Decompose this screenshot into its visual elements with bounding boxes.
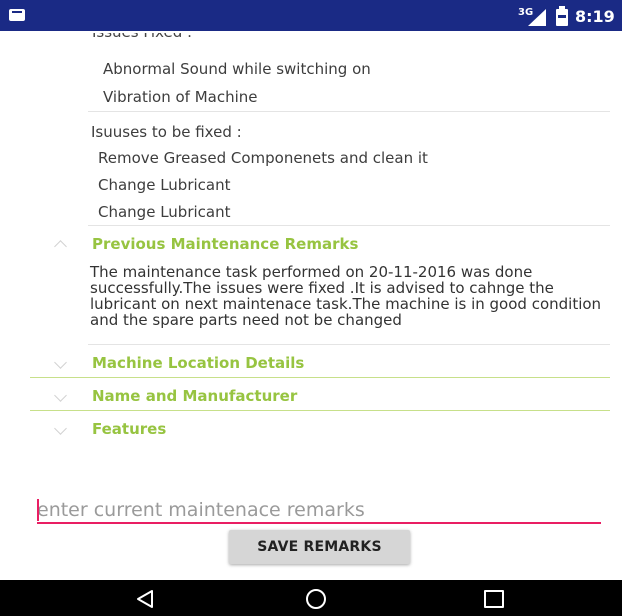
divider: [30, 410, 610, 411]
remarks-input[interactable]: [37, 498, 601, 522]
save-remarks-button[interactable]: SAVE REMARKS: [229, 530, 410, 564]
divider: [88, 225, 610, 226]
status-time: 8:19: [575, 7, 615, 26]
chevron-down-icon: [54, 389, 67, 402]
issues-fixed-item: Abnormal Sound while switching on: [103, 60, 371, 78]
divider: [88, 344, 610, 345]
section-title: Previous Maintenance Remarks: [92, 235, 359, 253]
divider: [30, 377, 610, 378]
section-title: Features: [92, 420, 167, 438]
home-icon[interactable]: [306, 589, 326, 609]
issues-to-fix-item: Change Lubricant: [98, 203, 231, 221]
issues-to-fix-header: Isuuses to be fixed :: [91, 123, 242, 141]
text-cursor: [37, 499, 39, 521]
previous-remarks-text: The maintenance task performed on 20-11-…: [90, 263, 602, 329]
issues-fixed-item: Vibration of Machine: [103, 88, 258, 106]
issues-to-fix-item: Change Lubricant: [98, 176, 231, 194]
chevron-down-icon: [54, 356, 67, 369]
input-underline: [37, 522, 601, 524]
section-title: Machine Location Details: [92, 354, 305, 372]
divider: [88, 111, 610, 112]
maintenance-details[interactable]: Issues Fixed : Abnormal Sound while swit…: [0, 31, 622, 580]
issues-fixed-header: Issues Fixed :: [92, 33, 192, 47]
recents-icon[interactable]: [484, 590, 504, 608]
remarks-field[interactable]: [37, 498, 601, 524]
chevron-up-icon: [54, 240, 67, 253]
section-title: Name and Manufacturer: [92, 387, 298, 405]
notification-icon: [9, 9, 25, 21]
back-icon[interactable]: [135, 589, 155, 609]
navigation-bar: [0, 580, 622, 616]
chevron-down-icon: [54, 422, 67, 435]
battery-icon: [556, 6, 568, 26]
issues-to-fix-item: Remove Greased Componenets and clean it: [98, 149, 428, 167]
signal-icon: [528, 9, 546, 26]
status-bar: 3G 8:19: [0, 0, 622, 31]
